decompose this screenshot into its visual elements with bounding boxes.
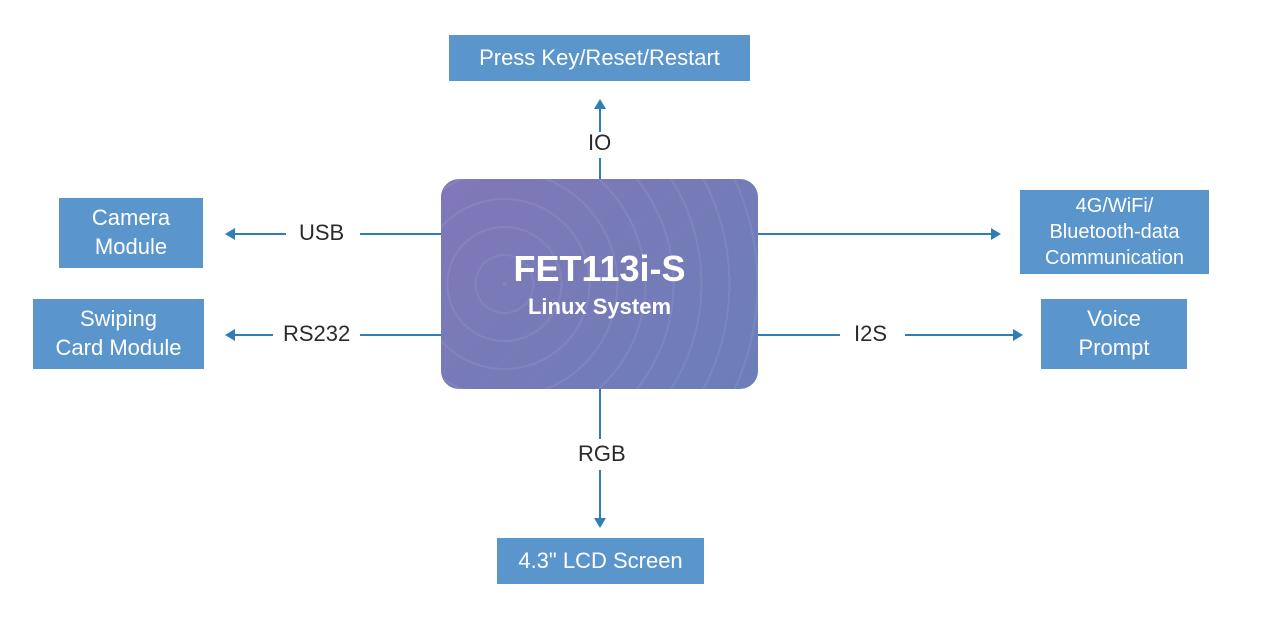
node-top-label: Press Key/Reset/Restart [479,44,720,73]
node-left-lower: Swiping Card Module [33,299,204,369]
node-left-upper: Camera Module [59,198,203,268]
connector-right-lower-seg2 [905,334,1015,336]
connector-left-lower-seg1 [233,334,273,336]
connector-left-upper-seg2 [360,233,441,235]
arrow-right-upper [991,228,1001,240]
center-system-box: FET113i-S Linux System [441,179,758,389]
connector-top-lower-line [599,158,601,179]
node-left-lower-label: Swiping Card Module [56,305,182,362]
node-right-lower-label: Voice Prompt [1079,305,1150,362]
connector-top-upper-line [599,107,601,132]
node-top: Press Key/Reset/Restart [449,35,750,81]
connector-bottom-lower-line [599,470,601,520]
connector-bottom-upper-line [599,389,601,439]
connector-right-lower-seg1 [758,334,840,336]
node-right-upper-label: 4G/WiFi/ Bluetooth-data Communication [1045,193,1184,271]
center-title: FET113i-S [513,248,685,290]
label-rs232: RS232 [283,321,350,347]
node-bottom-label: 4.3" LCD Screen [518,547,682,576]
arrow-left-upper [225,228,235,240]
label-i2s: I2S [854,321,887,347]
arrow-right-lower [1013,329,1023,341]
node-right-upper: 4G/WiFi/ Bluetooth-data Communication [1020,190,1209,274]
node-bottom: 4.3" LCD Screen [497,538,704,584]
center-subtitle: Linux System [528,294,671,320]
label-rgb: RGB [578,441,626,467]
arrow-top-up [594,99,606,109]
connector-left-upper-seg1 [233,233,286,235]
arrow-left-lower [225,329,235,341]
arrow-bottom-down [594,518,606,528]
node-left-upper-label: Camera Module [92,204,170,261]
label-usb: USB [299,220,344,246]
connector-left-lower-seg2 [360,334,441,336]
label-io: IO [588,130,611,156]
node-right-lower: Voice Prompt [1041,299,1187,369]
connector-right-upper-line [758,233,993,235]
